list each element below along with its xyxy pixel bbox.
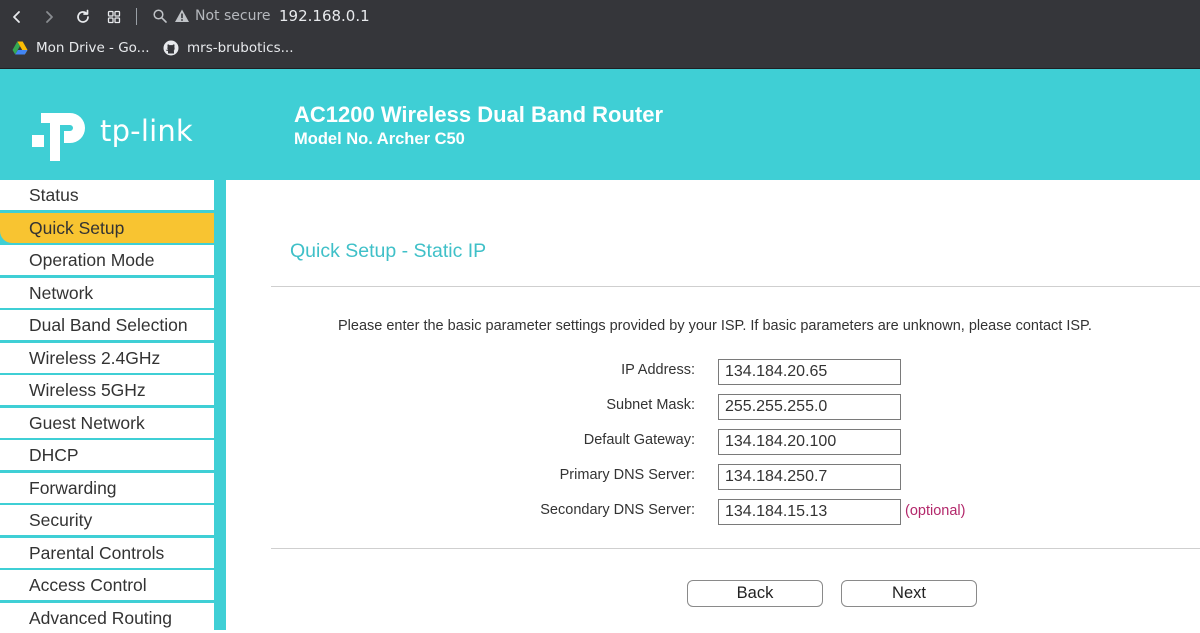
tp-link-logo: tp-link [30, 99, 193, 163]
router-header: tp-link AC1200 Wireless Dual Band Router… [0, 69, 1200, 180]
form-row-subnet-mask: Subnet Mask: [226, 394, 1200, 420]
bookmark-mrs-brubotics[interactable]: mrs-brubotics... [163, 40, 293, 56]
toolbar-separator [136, 8, 137, 25]
instructions-text: Please enter the basic parameter setting… [338, 318, 1092, 334]
subnet-mask-input[interactable] [718, 394, 901, 420]
main-content: Quick Setup - Static IP Please enter the… [226, 180, 1200, 630]
browser-toolbar: Not secure 192.168.0.1 [0, 0, 1200, 34]
address-bar-url[interactable]: 192.168.0.1 [279, 7, 370, 25]
sidebar-item-parental-controls[interactable]: Parental Controls [0, 538, 214, 568]
sidebar-item-status[interactable]: Status [0, 180, 214, 210]
secondary-dns-input[interactable] [718, 499, 901, 525]
back-button[interactable]: Back [687, 580, 823, 607]
form-row-default-gateway: Default Gateway: [226, 429, 1200, 455]
sidebar-item-guest-network[interactable]: Guest Network [0, 408, 214, 438]
sidebar-item-wireless-2-4ghz[interactable]: Wireless 2.4GHz [0, 343, 214, 373]
ip-address-input[interactable] [718, 359, 901, 385]
divider-top [271, 286, 1200, 287]
default-gateway-label: Default Gateway: [583, 432, 695, 448]
sidebar-item-operation-mode[interactable]: Operation Mode [0, 245, 214, 275]
apps-icon[interactable] [103, 6, 125, 28]
sidebar-item-dhcp[interactable]: DHCP [0, 440, 214, 470]
form-row-ip-address: IP Address: [226, 359, 1200, 385]
sidebar-item-forwarding[interactable]: Forwarding [0, 473, 214, 503]
next-button[interactable]: Next [841, 580, 977, 607]
primary-dns-input[interactable] [718, 464, 901, 490]
warning-icon[interactable] [174, 8, 190, 29]
back-icon[interactable] [6, 6, 28, 28]
model-number: Model No. Archer C50 [294, 130, 465, 148]
secondary-dns-label: Secondary DNS Server: [540, 502, 695, 518]
google-drive-icon [12, 41, 28, 55]
page-title: Quick Setup - Static IP [290, 240, 487, 262]
default-gateway-input[interactable] [718, 429, 901, 455]
reload-icon[interactable] [72, 6, 94, 28]
product-title: AC1200 Wireless Dual Band Router [294, 102, 664, 127]
bookmark-label: Mon Drive - Go... [36, 40, 150, 56]
primary-dns-label: Primary DNS Server: [559, 467, 695, 483]
sidebar-menu: Status Quick Setup Operation Mode Networ… [0, 180, 226, 633]
divider-bottom [271, 548, 1200, 549]
form-row-primary-dns: Primary DNS Server: [226, 464, 1200, 490]
sidebar-item-advanced-routing[interactable]: Advanced Routing [0, 603, 214, 633]
sidebar-item-security[interactable]: Security [0, 505, 214, 535]
sidebar-item-network[interactable]: Network [0, 278, 214, 308]
ip-address-label: IP Address: [621, 362, 695, 378]
sidebar-item-dual-band-selection[interactable]: Dual Band Selection [0, 310, 214, 340]
sidebar-item-quick-setup[interactable]: Quick Setup [0, 213, 214, 243]
sidebar-item-wireless-5ghz[interactable]: Wireless 5GHz [0, 375, 214, 405]
browser-chrome: Not secure 192.168.0.1 Mon Drive - Go...… [0, 0, 1200, 69]
bookmarks-bar: Mon Drive - Go... mrs-brubotics... [0, 36, 1200, 64]
form-row-secondary-dns: Secondary DNS Server: (optional) [226, 499, 1200, 525]
bookmark-label: mrs-brubotics... [187, 40, 294, 56]
github-icon [163, 40, 179, 56]
tp-link-logo-icon [32, 113, 85, 161]
search-icon[interactable] [152, 8, 168, 29]
logo-text: tp-link [100, 114, 193, 148]
forward-icon[interactable] [38, 6, 60, 28]
sidebar-item-access-control[interactable]: Access Control [0, 570, 214, 600]
optional-note: (optional) [905, 503, 966, 519]
security-status[interactable]: Not secure [195, 8, 271, 24]
bookmark-mon-drive[interactable]: Mon Drive - Go... [12, 40, 150, 56]
subnet-mask-label: Subnet Mask: [606, 397, 695, 413]
